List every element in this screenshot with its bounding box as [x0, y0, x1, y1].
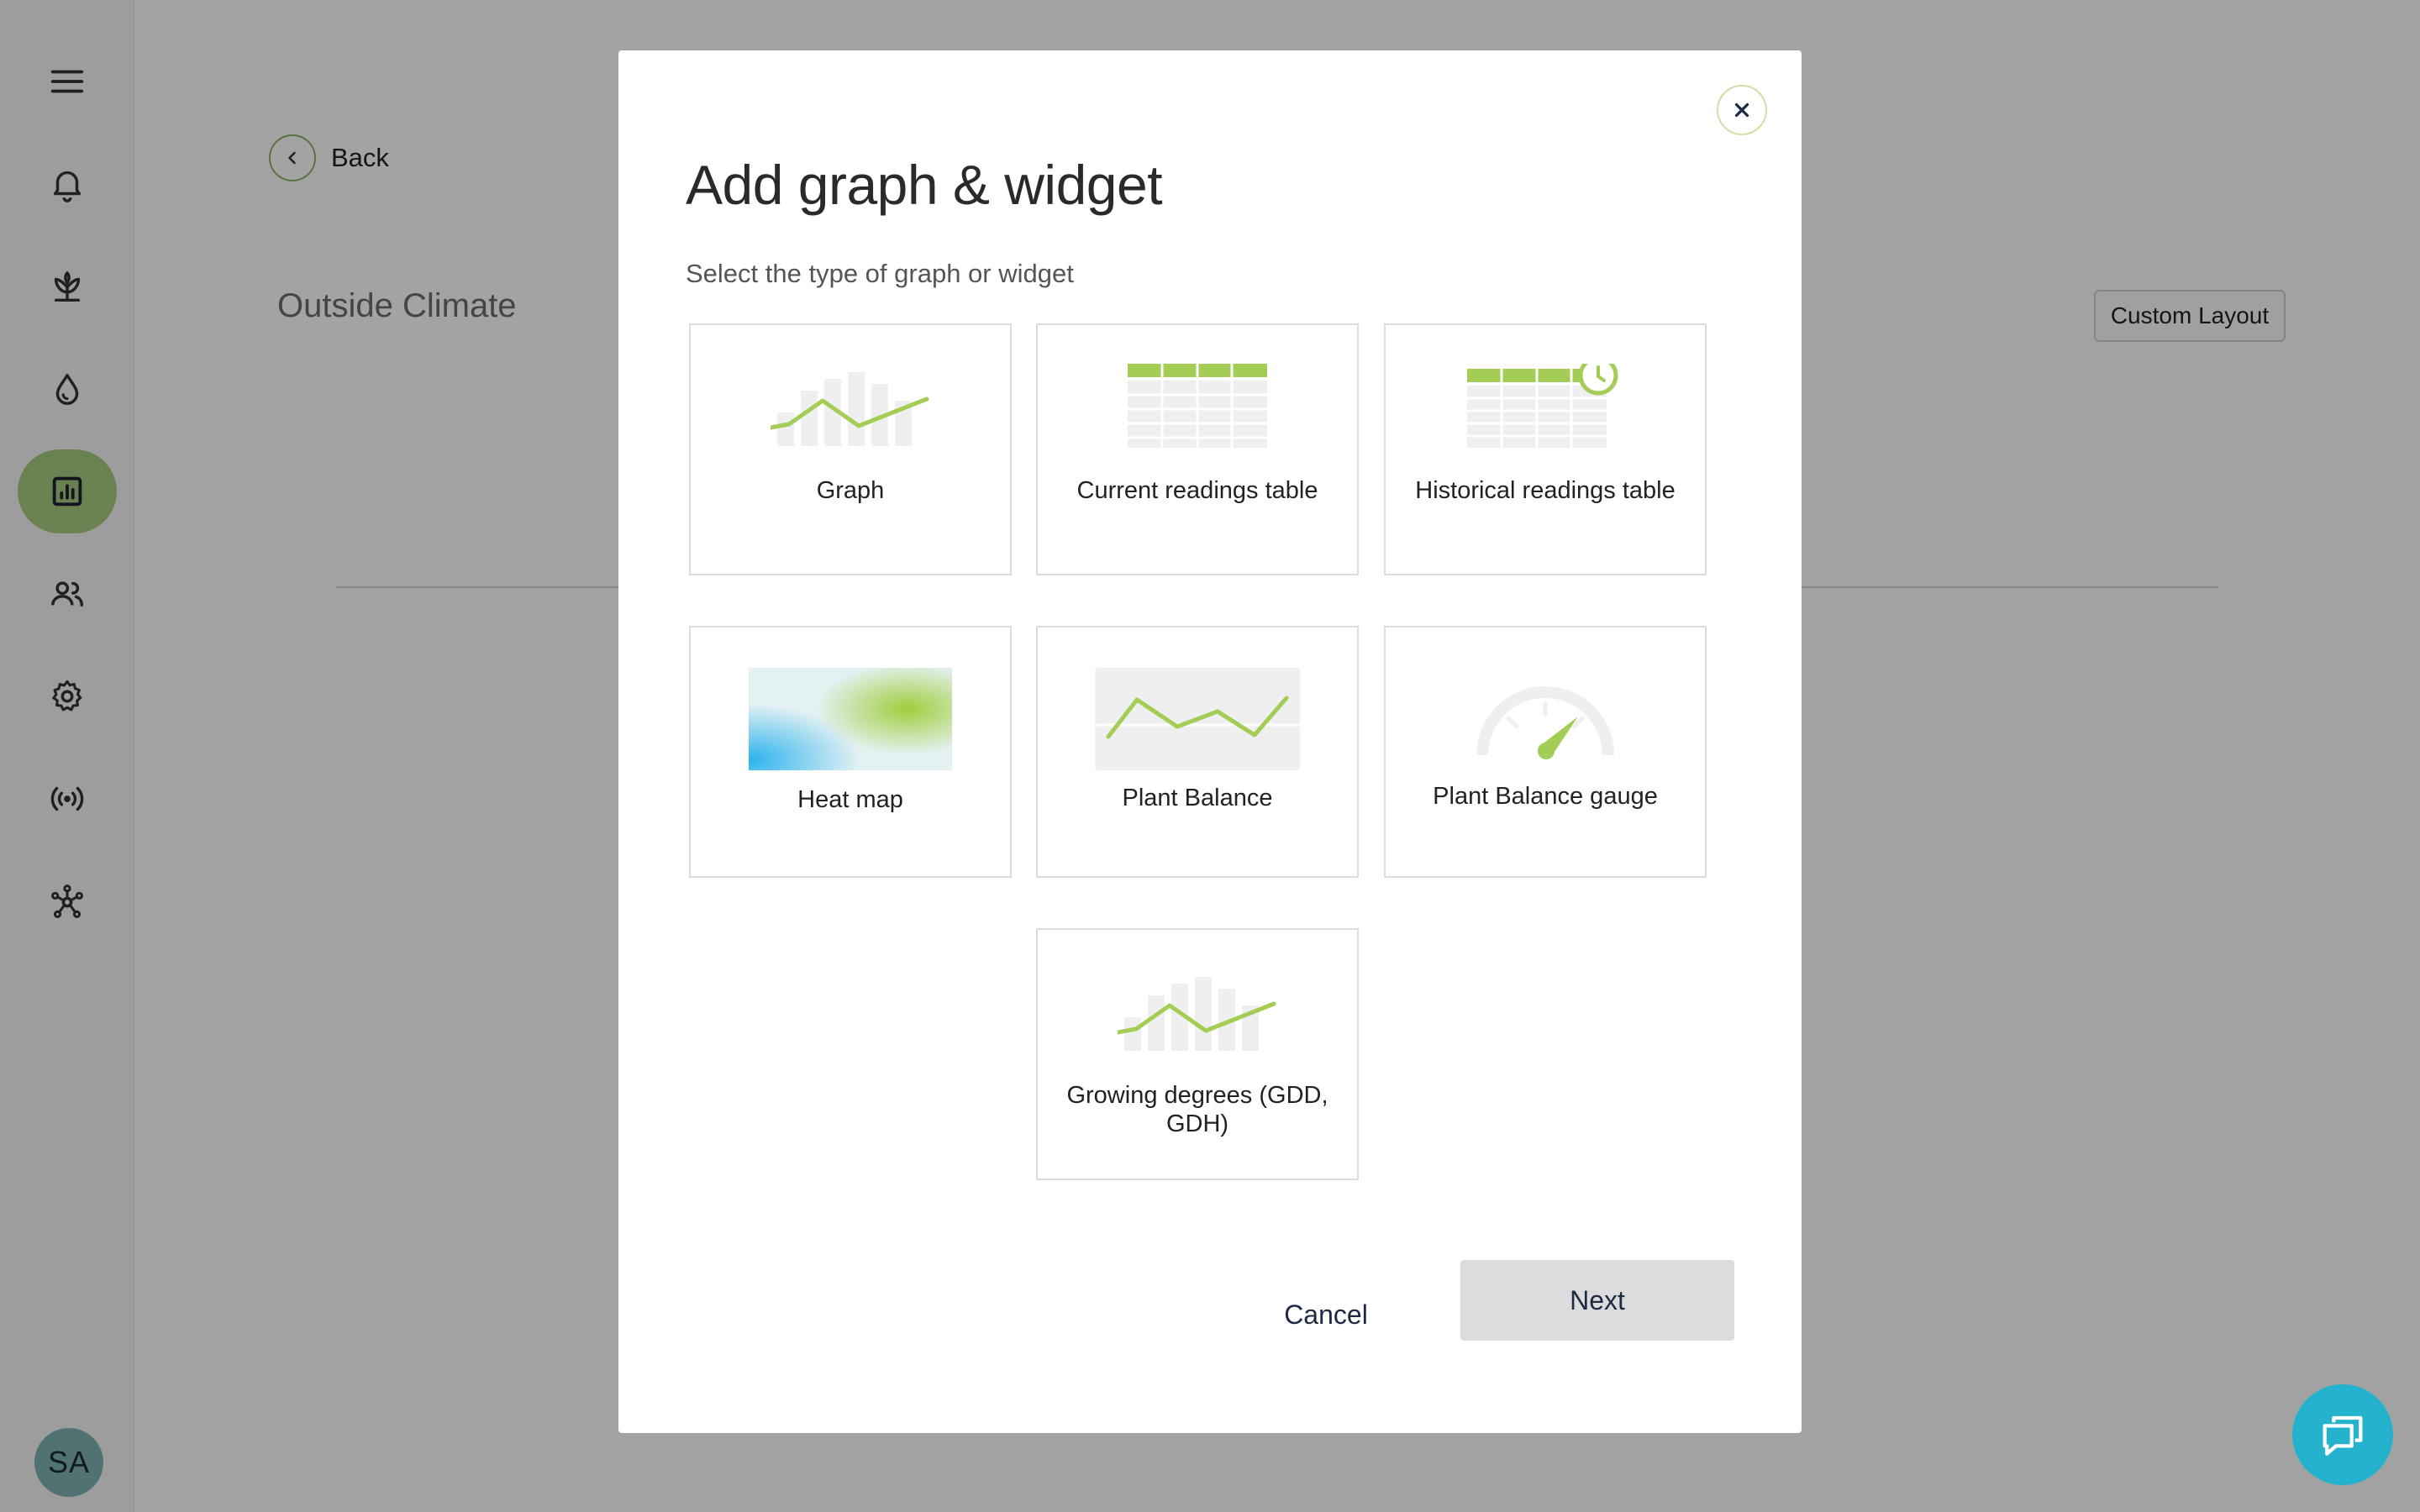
close-button[interactable]	[1717, 85, 1767, 135]
option-heat-map[interactable]: Heat map	[689, 626, 1012, 878]
option-historical-readings-table[interactable]: Historical readings table	[1384, 323, 1707, 575]
bar-line-chart-icon	[1118, 977, 1276, 1051]
option-growing-degrees[interactable]: Growing degrees (GDD, GDH)	[1036, 928, 1359, 1180]
next-button[interactable]: Next	[1460, 1260, 1734, 1341]
dialog-subtitle: Select the type of graph or widget	[686, 259, 1074, 288]
option-plant-balance[interactable]: Plant Balance	[1036, 626, 1359, 878]
gauge-icon	[1476, 686, 1614, 759]
dialog-title: Add graph & widget	[686, 154, 1163, 216]
heat-map-icon	[749, 668, 952, 770]
option-plant-balance-label: Plant Balance	[1122, 785, 1273, 811]
option-heat-map-label: Heat map	[797, 786, 903, 813]
chat-button[interactable]	[2292, 1384, 2393, 1485]
line-chart-icon	[1095, 668, 1300, 770]
option-plant-balance-gauge-label: Plant Balance gauge	[1433, 783, 1658, 810]
option-historical-readings-table-label: Historical readings table	[1415, 477, 1676, 504]
cancel-button[interactable]: Cancel	[1242, 1285, 1410, 1344]
table-icon	[1128, 364, 1267, 448]
option-growing-degrees-label: Growing degrees (GDD, GDH)	[1066, 1082, 1328, 1137]
add-widget-dialog: Add graph & widget Select the type of gr…	[618, 50, 1802, 1433]
option-current-readings-table[interactable]: Current readings table	[1036, 323, 1359, 575]
chat-icon	[2323, 1415, 2363, 1456]
option-current-readings-table-label: Current readings table	[1076, 477, 1318, 504]
option-plant-balance-gauge[interactable]: Plant Balance gauge	[1384, 626, 1707, 878]
option-graph-label: Graph	[816, 477, 885, 504]
option-graph[interactable]: Graph	[689, 323, 1012, 575]
close-icon	[1734, 102, 1749, 118]
bar-line-chart-icon	[771, 372, 929, 446]
table-clock-icon	[1467, 364, 1618, 448]
